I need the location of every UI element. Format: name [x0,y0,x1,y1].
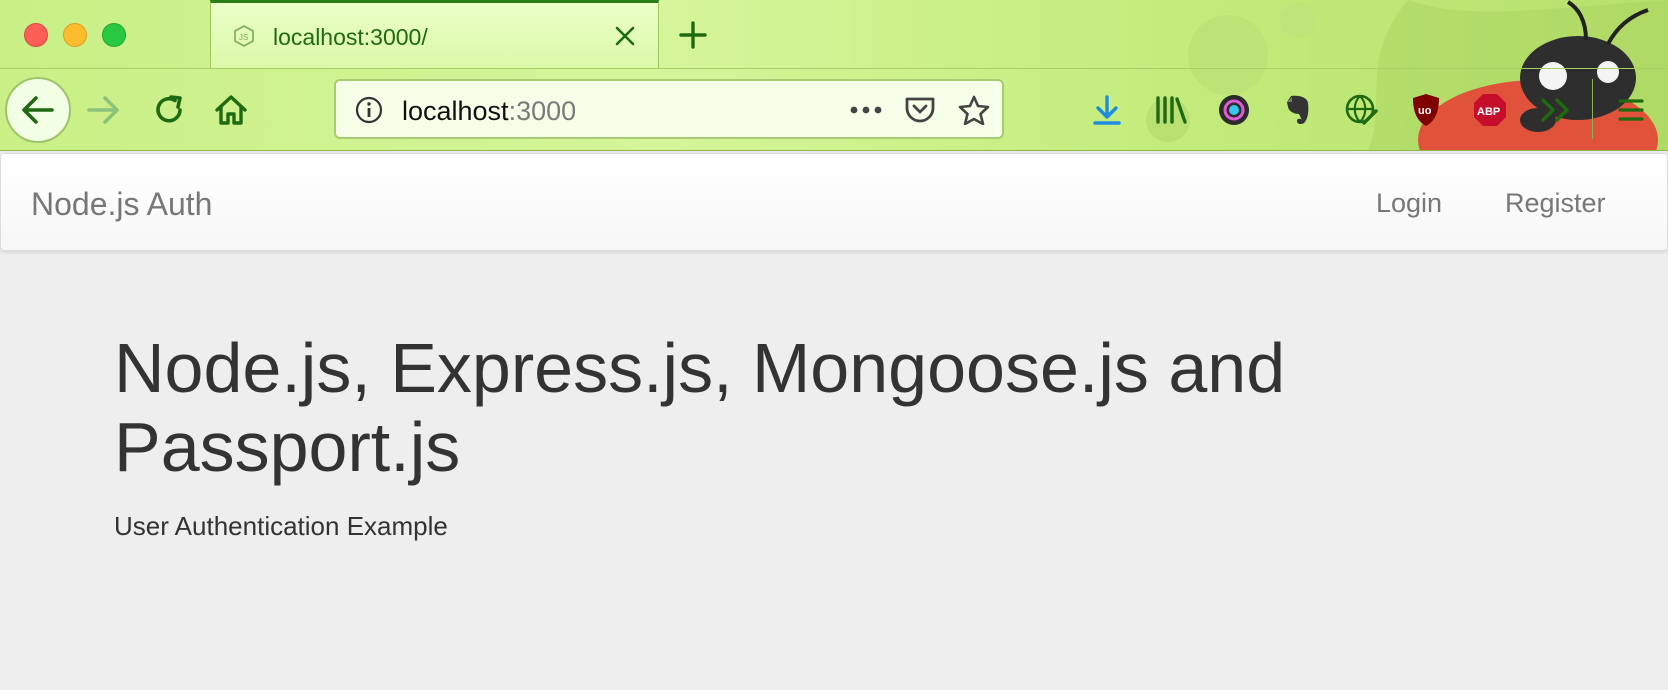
adblock-plus-icon[interactable]: ABP [1471,91,1509,129]
ublock-label: uo [1418,105,1432,117]
page-content: Node.js Auth Login Register Node.js, Exp… [0,151,1668,690]
register-link[interactable]: Register [1505,188,1606,219]
ublock-icon[interactable]: uo [1407,91,1445,129]
download-icon[interactable] [1088,91,1126,129]
url-host: localhost [402,96,509,126]
arrow-right-icon [87,96,119,124]
page-subtitle: User Authentication Example [114,511,448,541]
overflow-chevron-icon[interactable] [1537,91,1575,129]
page-title: Node.js, Express.js, Mongoose.js and Pas… [114,329,1286,486]
window-close-button[interactable] [24,23,48,47]
browser-chrome: JS localhost:3000/ localhost:3000 uo ABP [0,0,1668,151]
tab-localhost[interactable]: JS localhost:3000/ [210,0,659,68]
arrow-left-icon [22,96,54,124]
navbar-brand[interactable]: Node.js Auth [31,186,212,223]
login-link[interactable]: Login [1376,188,1442,219]
url-port: :3000 [508,96,577,126]
site-navbar: Node.js Auth Login Register [0,153,1668,251]
more-icon[interactable] [848,93,884,127]
url-bar[interactable]: localhost:3000 [334,79,1004,139]
window-zoom-button[interactable] [102,23,126,47]
jumbotron: Node.js, Express.js, Mongoose.js and Pas… [114,329,1414,542]
toolbar-separator [1592,79,1593,139]
url-text[interactable]: localhost:3000 [402,96,576,127]
camera-extension-icon[interactable] [1215,91,1253,129]
plus-icon[interactable] [676,18,710,52]
back-button[interactable] [5,77,71,143]
home-icon [215,95,247,125]
abp-label: ABP [1477,106,1500,118]
nodejs-icon: JS [234,25,254,47]
evernote-icon[interactable] [1279,91,1317,129]
navigation-toolbar: localhost:3000 uo ABP [0,68,1668,150]
close-icon[interactable] [610,21,640,51]
tab-strip: JS localhost:3000/ [0,0,1668,68]
forward-button[interactable] [84,91,122,129]
home-button[interactable] [212,91,250,129]
pocket-icon[interactable] [902,93,938,127]
reload-icon [156,95,182,123]
info-icon[interactable] [354,95,384,125]
window-minimize-button[interactable] [63,23,87,47]
svg-text:JS: JS [239,33,248,42]
reload-button[interactable] [150,91,188,129]
hamburger-menu-icon[interactable] [1612,91,1650,129]
star-icon[interactable] [956,93,992,127]
library-icon[interactable] [1152,91,1190,129]
tab-title: localhost:3000/ [273,24,428,50]
globe-extension-icon[interactable] [1342,91,1380,129]
